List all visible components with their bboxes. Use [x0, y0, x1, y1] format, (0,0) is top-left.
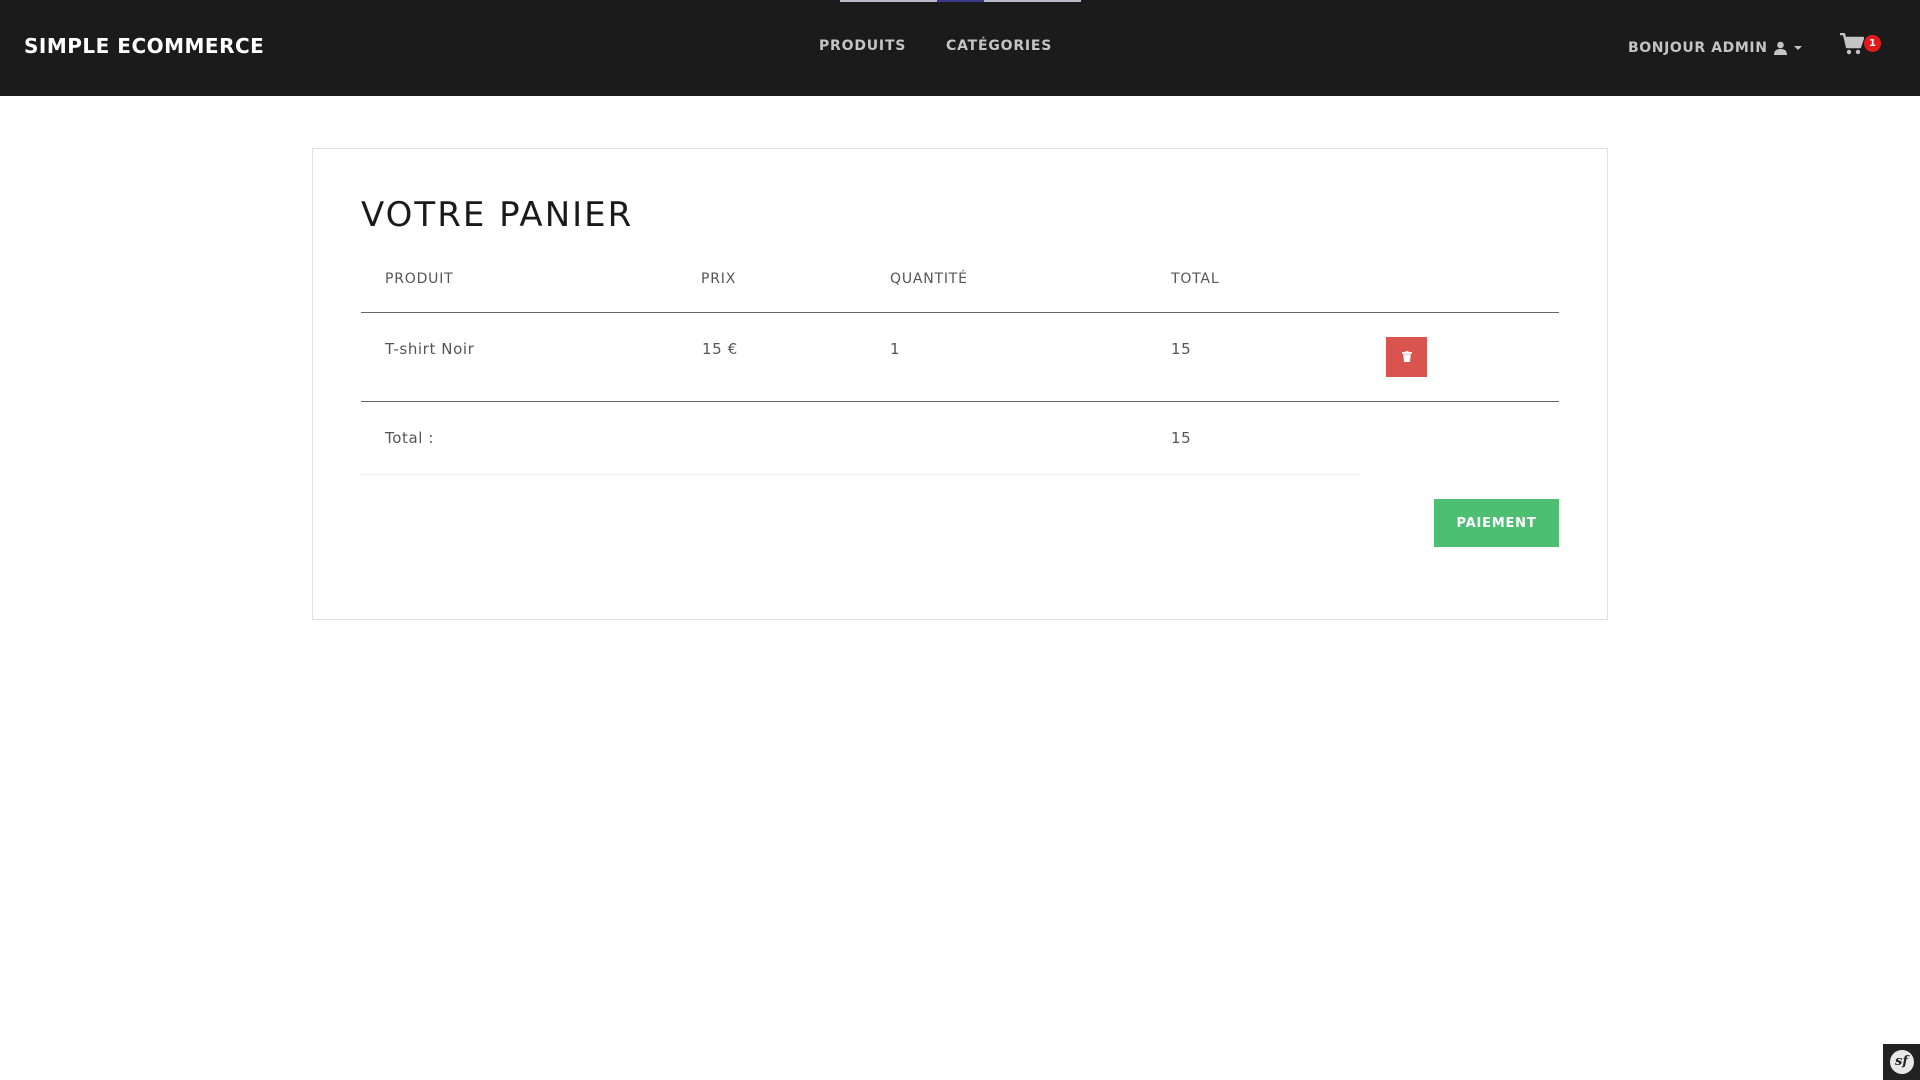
- user-icon: [1773, 41, 1787, 55]
- table-header-divider: [361, 312, 1559, 313]
- trash-icon: [1401, 350, 1412, 365]
- total-row-divider: [361, 474, 1359, 475]
- table-row-divider: [361, 401, 1559, 402]
- page-title: VOTRE PANIER: [361, 195, 634, 235]
- cart-icon: [1840, 32, 1865, 59]
- column-header-prix: PRIX: [701, 271, 737, 287]
- cell-total: 15: [1171, 340, 1192, 358]
- cell-price: 15 €: [702, 340, 738, 358]
- caret-down-icon: [1793, 45, 1803, 51]
- cell-product: T-shirt Noir: [385, 340, 475, 358]
- top-loading-strip: [840, 0, 1081, 2]
- cell-quantity: 1: [890, 340, 901, 358]
- nav-link-produits[interactable]: PRODUITS: [819, 38, 906, 54]
- symfony-debug-toolbar-toggle[interactable]: sf: [1883, 1044, 1920, 1080]
- checkout-button[interactable]: PAIEMENT: [1434, 499, 1559, 547]
- nav-link-categories[interactable]: CATÉGORIES: [946, 38, 1052, 54]
- column-header-produit: PRODUIT: [385, 271, 454, 287]
- cart-panel: VOTRE PANIER PRODUIT PRIX QUANTITÉ TOTAL…: [312, 148, 1608, 620]
- delete-item-button[interactable]: [1386, 337, 1427, 377]
- symfony-logo-icon: sf: [1889, 1050, 1914, 1074]
- user-greeting: BONJOUR ADMIN: [1628, 40, 1768, 56]
- brand-logo[interactable]: SIMPLE ECOMMERCE: [24, 34, 264, 58]
- top-navbar: SIMPLE ECOMMERCE PRODUITS CATÉGORIES BON…: [0, 0, 1920, 96]
- total-value: 15: [1171, 429, 1192, 447]
- total-label: Total :: [385, 429, 435, 447]
- column-header-quantite: QUANTITÉ: [890, 271, 968, 287]
- cart-button[interactable]: 1: [1840, 32, 1884, 63]
- user-menu-dropdown[interactable]: BONJOUR ADMIN: [1628, 40, 1803, 56]
- column-header-total: TOTAL: [1171, 271, 1220, 287]
- cart-count-badge: 1: [1864, 35, 1881, 52]
